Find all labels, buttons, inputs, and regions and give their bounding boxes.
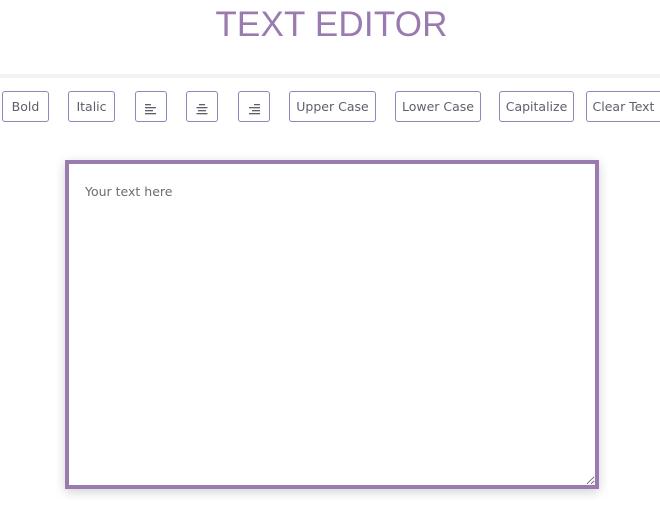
- toolbar: Bold Italic Upper Case Lower Case Capita…: [0, 91, 660, 123]
- clear-text-button[interactable]: Clear Text: [586, 91, 660, 122]
- header-divider: [0, 74, 660, 78]
- align-right-icon: [249, 104, 260, 115]
- align-left-button[interactable]: [135, 91, 167, 122]
- italic-button[interactable]: Italic: [68, 91, 115, 122]
- bold-button[interactable]: Bold: [2, 91, 49, 122]
- page-title: TEXT EDITOR: [215, 5, 448, 44]
- align-left-icon: [145, 104, 156, 115]
- upper-case-button[interactable]: Upper Case: [289, 91, 376, 122]
- capitalize-button[interactable]: Capitalize: [499, 91, 574, 122]
- lower-case-button[interactable]: Lower Case: [395, 91, 481, 122]
- align-center-icon: [196, 104, 208, 115]
- align-right-button[interactable]: [238, 91, 270, 122]
- text-editor-area[interactable]: [65, 160, 599, 489]
- align-center-button[interactable]: [186, 91, 218, 122]
